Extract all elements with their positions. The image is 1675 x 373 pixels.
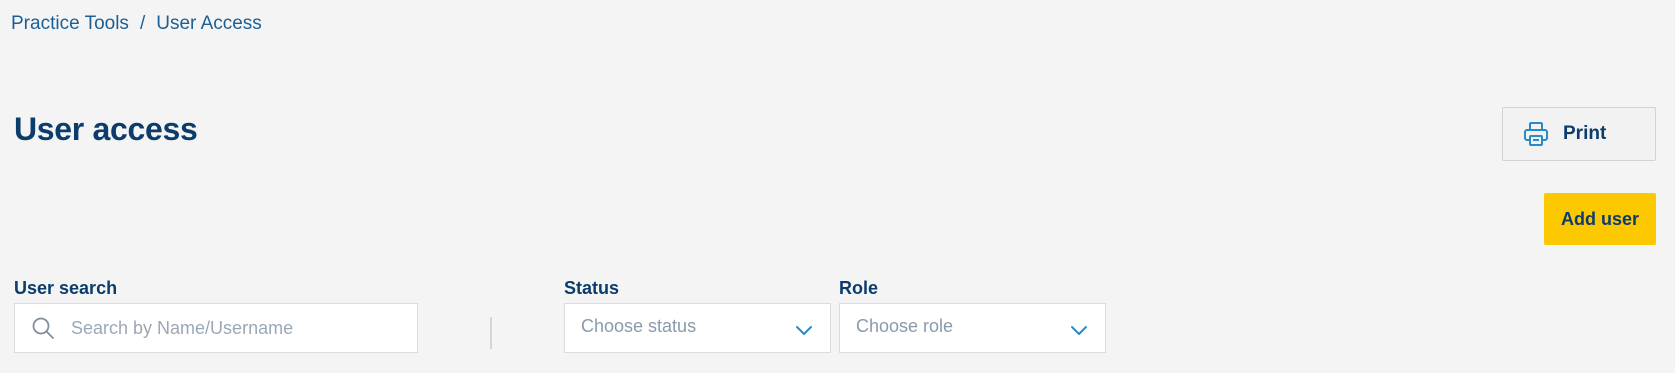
printer-icon	[1523, 121, 1549, 147]
user-search-label: User search	[14, 278, 118, 298]
role-label: Role	[839, 278, 879, 298]
role-select[interactable]: Choose role	[839, 303, 1106, 353]
chevron-down-icon	[1069, 321, 1089, 341]
breadcrumb-user-access[interactable]: User Access	[156, 13, 262, 35]
print-button[interactable]: Print	[1502, 107, 1656, 161]
status-label: Status	[564, 278, 620, 298]
add-user-button[interactable]: Add user	[1544, 193, 1656, 245]
status-select-value: Choose status	[581, 315, 697, 336]
search-icon	[31, 316, 55, 340]
status-select[interactable]: Choose status	[564, 303, 831, 353]
breadcrumb-practice-tools[interactable]: Practice Tools	[11, 13, 129, 35]
print-button-label: Print	[1563, 123, 1607, 144]
page-title: User access	[14, 111, 198, 147]
user-access-page: Practice Tools / User Access User access…	[0, 0, 1675, 373]
filter-divider	[490, 317, 492, 349]
breadcrumb-separator: /	[139, 13, 146, 34]
search-input[interactable]	[69, 316, 403, 340]
role-select-value: Choose role	[856, 315, 954, 336]
breadcrumb: Practice Tools / User Access	[11, 13, 262, 35]
search-field	[14, 303, 418, 353]
chevron-down-icon	[794, 321, 814, 341]
